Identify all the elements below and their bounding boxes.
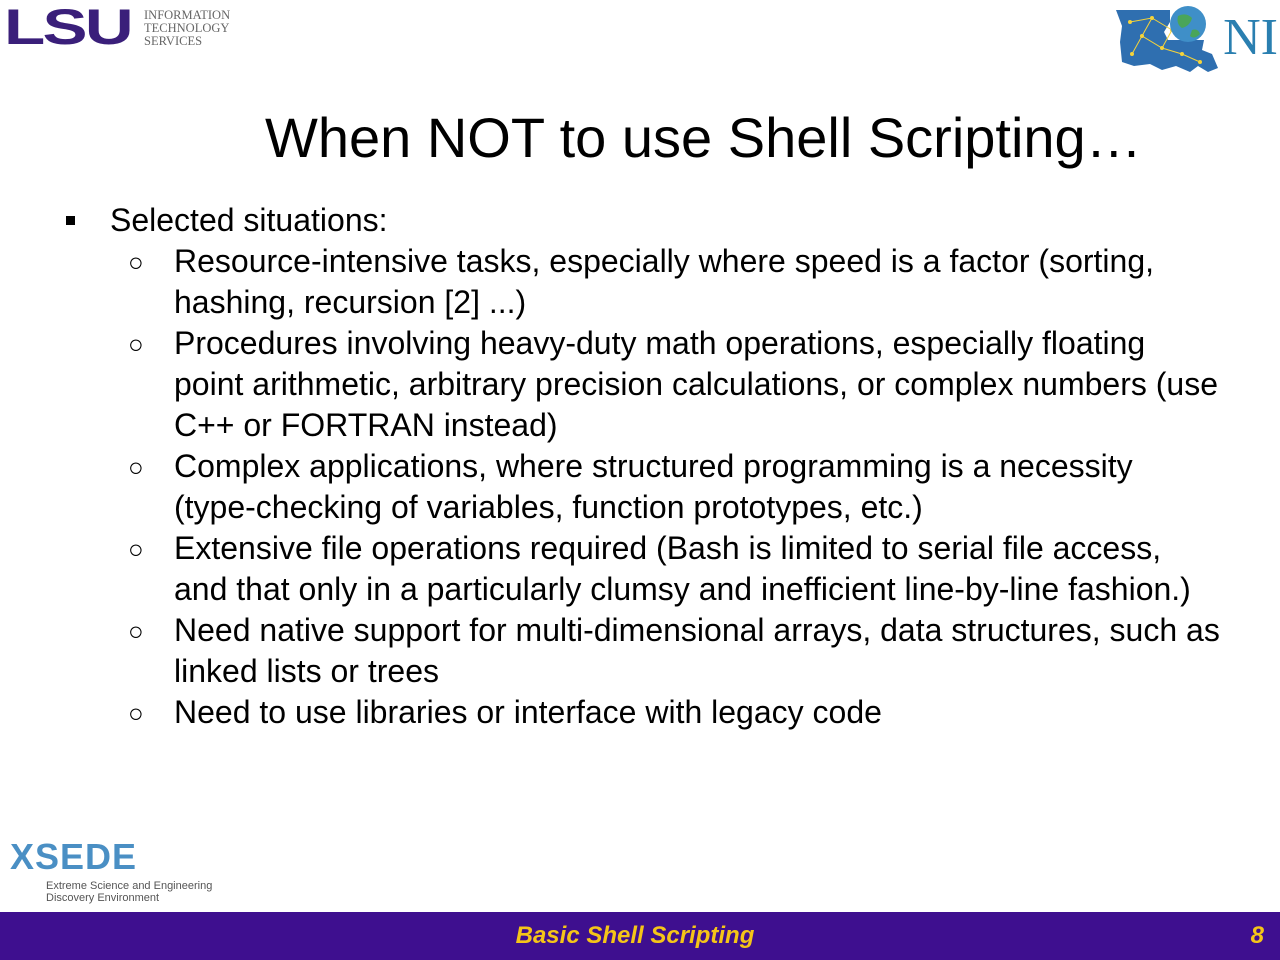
bullet-list: Selected situations: ○ Resource-intensiv…	[0, 200, 1280, 733]
list-item: ○ Complex applications, where structured…	[128, 448, 1133, 525]
circle-bullet-icon: ○	[128, 329, 144, 359]
loni-logo-text: NI	[1223, 9, 1278, 66]
lsu-logo-letters: LSU	[4, 0, 134, 55]
footer-title: Basic Shell Scripting	[515, 922, 755, 949]
list-item: ○ Need native support for multi-dimensio…	[128, 612, 1220, 689]
page-number: 8	[1250, 922, 1264, 949]
xsede-logo-word: XSEDE	[10, 836, 138, 877]
title-highlight: NOT	[426, 106, 545, 169]
bullet-level1: Selected situations:	[0, 200, 1280, 241]
circle-bullet-icon: ○	[128, 698, 144, 728]
circle-bullet-icon: ○	[128, 247, 144, 277]
footer-bar: Basic Shell Scripting 8	[0, 912, 1280, 960]
list-item: ○ Need to use libraries or interface wit…	[128, 694, 882, 730]
circle-bullet-icon: ○	[128, 616, 144, 646]
circle-bullet-icon: ○	[128, 534, 144, 564]
xsede-tagline: Extreme Science and Engineering Discover…	[46, 880, 213, 904]
square-bullet-icon	[66, 216, 75, 225]
list-item: ○ Extensive file operations required (Ba…	[128, 530, 1191, 607]
xsede-logo: XSEDE Extreme Science and Engineering Di…	[10, 836, 213, 905]
list-item: ○ Resource-intensive tasks, especially w…	[128, 243, 1154, 320]
slide-title: When NOT to use Shell Scripting…	[265, 106, 1142, 169]
circle-bullet-icon: ○	[128, 452, 144, 482]
list-item: ○ Procedures involving heavy-duty math o…	[128, 325, 1218, 443]
loni-logo: NI	[1112, 2, 1280, 80]
lsu-logo: LSU INFORMATION TECHNOLOGY SERVICES	[4, 0, 230, 55]
